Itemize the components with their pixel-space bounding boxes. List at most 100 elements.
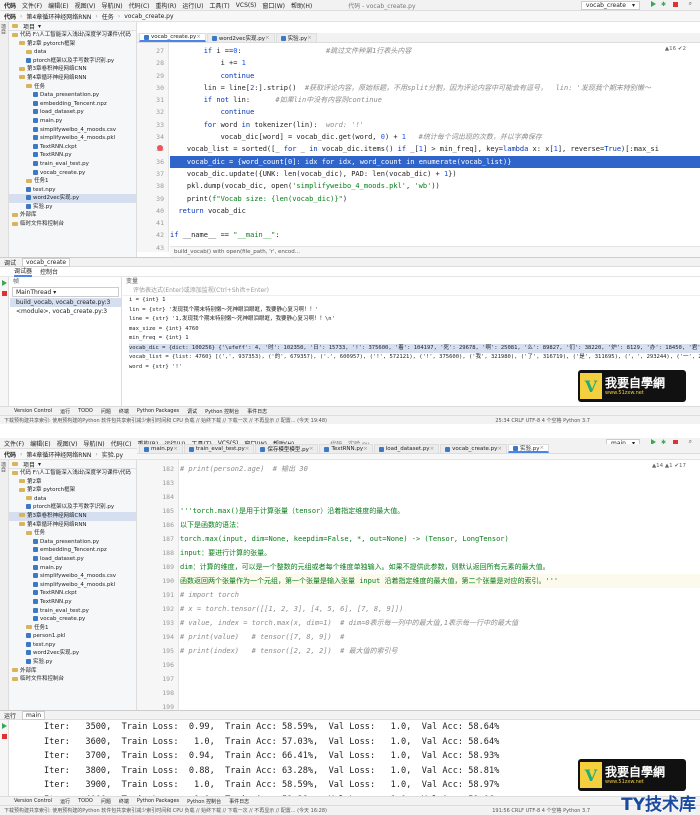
variable-row[interactable]: line = {str} '1,发现我个期末特别懒～死神眼泪眼眶，我要静心复习啊… (129, 315, 700, 325)
tree-folder[interactable]: 任务 (9, 529, 136, 538)
breadcrumb-item[interactable]: 任务 (102, 12, 114, 21)
menu-item[interactable]: 帮助(H) (291, 1, 312, 10)
tree-file[interactable]: embedding_Tencent.npz (9, 546, 136, 555)
tool-window-tab[interactable]: 事件日志 (229, 798, 249, 805)
project-panel-title[interactable]: 项目 (23, 460, 35, 469)
tree-file[interactable]: main.py (9, 117, 136, 126)
breakpoint-icon[interactable] (157, 145, 163, 153)
run-config-select[interactable]: vocab_create ▾ (580, 1, 640, 10)
editor-tab[interactable]: main.py × (139, 444, 183, 453)
variable-row[interactable]: lin = {str} '发现我个期末特别懒～死神眼泪眼眶，我要静心复习啊！！' (129, 306, 700, 316)
tree-folder[interactable]: 任务 (9, 83, 136, 92)
tree-folder[interactable]: 第2章 pytorch框架 (9, 40, 136, 49)
tree-file[interactable]: TextRNN.ckpt (9, 589, 136, 598)
tree-file[interactable]: ptorch框架以及手写数字识别.py (9, 57, 136, 66)
tool-window-tab[interactable]: Python 控制台 (187, 798, 221, 805)
project-tool-tab[interactable]: 项目 (0, 460, 7, 474)
tree-file[interactable]: Data_presentation.py (9, 91, 136, 100)
tree-file[interactable]: test.npy (9, 186, 136, 195)
tool-window-tab[interactable]: Python 控制台 (205, 408, 239, 415)
tree-folder[interactable]: 临时文件和控制台 (9, 220, 136, 229)
tree-folder[interactable]: 第4章循环神经网络RNN (9, 74, 136, 83)
resume-icon[interactable] (2, 280, 7, 288)
tree-folder[interactable]: 代码 F:\人工智能深入浅出\深度学习课件\代码 (9, 469, 136, 478)
status-message[interactable]: 下载预构建共享索引: 使用预构建的Python 软件包共享索引减少索引时间和 C… (4, 807, 327, 814)
menu-item[interactable]: VCS(S) (236, 2, 257, 9)
tree-file[interactable]: TextRNN.py (9, 151, 136, 160)
stop-icon[interactable] (2, 734, 7, 741)
tool-window-tab[interactable]: TODO (78, 798, 93, 804)
close-icon[interactable]: × (430, 446, 435, 452)
close-icon[interactable]: × (540, 445, 545, 451)
tool-window-tab[interactable]: Python Packages (137, 798, 179, 804)
tree-file[interactable]: train_eval_test.py (9, 607, 136, 616)
tree-file[interactable]: word2vec实现.py (9, 194, 136, 203)
tree-file[interactable]: simplifyweibo_4_moods.csv (9, 572, 136, 581)
editor-tab[interactable]: 实验.py × (275, 33, 317, 42)
close-icon[interactable]: × (307, 35, 312, 41)
run-session-tab[interactable]: main (22, 711, 46, 720)
tree-file[interactable]: simplifyweibo_4_moods.pkl (9, 134, 136, 143)
tool-window-tab[interactable]: TODO (78, 408, 93, 414)
tree-folder[interactable]: data (9, 48, 136, 57)
tree-file[interactable]: Data_presentation.py (9, 538, 136, 547)
menu-item[interactable]: 导航(N) (83, 439, 104, 448)
stop-icon[interactable] (673, 2, 678, 9)
breadcrumb-item[interactable]: 第4章循环神经网络RNN (26, 12, 91, 21)
menu-item[interactable]: 代码(C) (111, 439, 132, 448)
tool-window-tab[interactable]: 问题 (101, 798, 111, 805)
evaluate-expression-input[interactable]: 评估表达式(Enter)或添加监视(Ctrl+Shift+Enter) (123, 286, 700, 296)
menu-item[interactable]: 运行(U) (182, 1, 203, 10)
editor-tab[interactable]: vocab_create.py × (440, 444, 507, 453)
tree-folder[interactable]: 外部库 (9, 667, 136, 676)
editor-breadcrumb[interactable]: build_vocab() with open(file_path, 'r', … (170, 246, 700, 257)
tree-file[interactable]: 实验.py (9, 203, 136, 212)
menu-item[interactable]: 编辑(E) (48, 1, 68, 10)
tab-console[interactable]: 控制台 (40, 267, 58, 276)
tree-folder[interactable]: 临时文件和控制台 (9, 675, 136, 684)
variable-row[interactable]: i = {int} 1 (129, 296, 700, 306)
tree-file[interactable]: word2vec实现.py (9, 649, 136, 658)
editor-tab[interactable]: train_eval_test.py × (183, 444, 255, 453)
tree-file[interactable]: simplifyweibo_4_moods.csv (9, 126, 136, 135)
thread-select[interactable]: MainThread ▾ (12, 287, 119, 297)
tree-folder[interactable]: 第3章卷积神经网络CNN (9, 65, 136, 74)
editor-tab[interactable]: word2vec实现.py × (206, 33, 275, 42)
tool-window-tab[interactable]: Version Control (14, 408, 52, 414)
menu-item[interactable]: 文件(F) (4, 439, 24, 448)
tool-window-tab[interactable]: Version Control (14, 798, 52, 804)
breadcrumb-item[interactable]: 代码 (4, 450, 16, 459)
debug-icon[interactable]: ✱ (661, 1, 666, 8)
tree-folder[interactable]: 第4章循环神经网络RNN (9, 521, 136, 530)
breadcrumb-item[interactable]: 实验.py (102, 450, 123, 459)
tree-folder[interactable]: data (9, 495, 136, 504)
menu-item[interactable]: 工具(T) (209, 1, 229, 10)
editor-tab[interactable]: TextRNN.py × (319, 444, 373, 453)
tree-file[interactable]: main.py (9, 564, 136, 573)
chevron-down-icon[interactable]: ▾ (38, 461, 41, 468)
tree-file[interactable]: 实验.py (9, 658, 136, 667)
project-tool-tab[interactable]: 项目 (0, 22, 7, 36)
editor-tab[interactable]: 保存模型模型.py × (255, 444, 319, 453)
inspection-status[interactable]: ▲16 ✔2 (665, 46, 686, 52)
tree-file[interactable]: vocab_create.py (9, 615, 136, 624)
tool-window-tab[interactable]: 调试 (187, 408, 197, 415)
tree-file[interactable]: TextRNN.ckpt (9, 143, 136, 152)
status-right-info[interactable]: 25:34 CRLF UTF-8 4 个空格 Python 3.7 (495, 417, 700, 424)
tree-folder[interactable]: 任务1 (9, 624, 136, 633)
tree-folder[interactable]: 第2章 (9, 478, 136, 487)
tree-file[interactable]: load_dataset.py (9, 555, 136, 564)
breadcrumb-item[interactable]: 第4章循环神经网络RNN (26, 450, 91, 459)
tree-file[interactable]: test.npy (9, 641, 136, 650)
tree-file[interactable]: TextRNN.py (9, 598, 136, 607)
tool-window-tab[interactable]: 运行 (60, 798, 70, 805)
tool-window-tab[interactable]: 终端 (119, 408, 129, 415)
tree-file[interactable]: load_dataset.py (9, 108, 136, 117)
tool-window-tab[interactable]: 终端 (119, 798, 129, 805)
menu-item[interactable]: 编辑(E) (30, 439, 50, 448)
run-icon[interactable] (651, 1, 656, 9)
close-icon[interactable]: × (265, 35, 270, 41)
tree-file[interactable]: train_eval_test.py (9, 160, 136, 169)
stop-icon[interactable] (2, 291, 7, 298)
inspection-status[interactable]: ▲14 ▲1 ✔17 (652, 463, 686, 469)
